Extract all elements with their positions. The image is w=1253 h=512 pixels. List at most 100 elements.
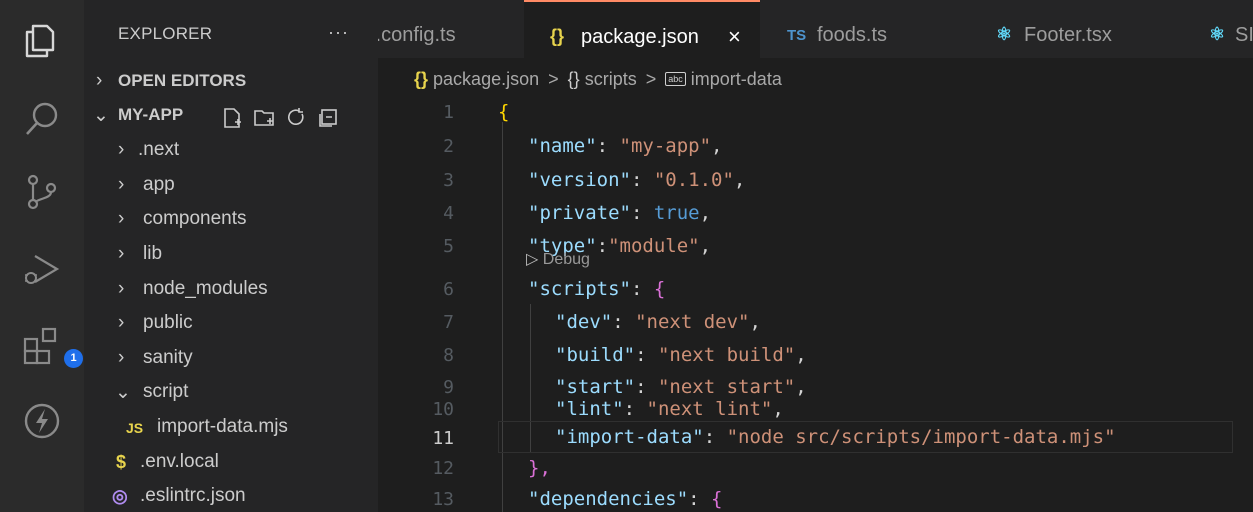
run-debug-icon[interactable]: [21, 248, 63, 290]
open-editors-section[interactable]: › OPEN EDITORS: [84, 70, 378, 104]
line-number: 3: [443, 170, 454, 191]
tab-label: SI: [1235, 24, 1253, 46]
string-icon: abc: [665, 72, 686, 87]
refresh-icon[interactable]: [284, 106, 308, 130]
react-file-icon: ⚛: [1209, 24, 1226, 44]
tab-foods-ts[interactable]: TS foods.ts: [761, 0, 973, 58]
extensions-icon[interactable]: 1: [21, 325, 83, 368]
json-file-icon: {}: [550, 26, 565, 46]
line-number: 6: [443, 279, 454, 300]
new-folder-icon[interactable]: [252, 106, 276, 130]
line-number: 10: [432, 399, 454, 420]
code-line: "lint": "next lint",: [555, 398, 784, 420]
breadcrumb-scripts[interactable]: scripts: [585, 69, 637, 89]
project-toolbar: [220, 106, 340, 130]
tab-package-json[interactable]: {} package.json ×: [524, 0, 760, 58]
file-env-local[interactable]: $ .env.local: [84, 451, 378, 485]
line-number: 9: [443, 377, 454, 398]
eslint-file-icon: ◎: [112, 486, 128, 506]
code-line: },: [528, 457, 551, 479]
chevron-down-icon: ⌄: [115, 382, 131, 403]
chevron-right-icon: ›: [118, 312, 125, 333]
chevron-right-icon: ›: [118, 174, 125, 195]
tree-item-script[interactable]: ⌄ script: [84, 381, 378, 415]
tab-config[interactable]: /.config.ts: [378, 0, 523, 58]
tree-item-label: components: [143, 208, 247, 229]
breadcrumb-separator: >: [645, 68, 657, 89]
tab-label: /.config.ts: [378, 24, 456, 46]
extensions-badge: 1: [64, 349, 83, 368]
code-line: "build": "next build",: [555, 344, 807, 366]
indent-guide: [502, 122, 503, 512]
chevron-down-icon: ⌄: [93, 105, 109, 126]
line-number: 5: [443, 236, 454, 257]
file-eslintrc[interactable]: ◎ .eslintrc.json: [84, 485, 378, 512]
code-line: "start": "next start",: [555, 376, 807, 398]
project-label: MY-APP: [118, 105, 184, 124]
collapse-all-icon[interactable]: [316, 106, 340, 130]
breadcrumb-separator: >: [548, 68, 559, 89]
code-line: "dev": "next dev",: [555, 311, 761, 333]
play-icon: ▷: [526, 251, 539, 268]
typescript-file-icon: TS: [787, 27, 807, 44]
javascript-file-icon: JS: [126, 420, 144, 436]
search-icon[interactable]: [21, 98, 63, 140]
line-number: 7: [443, 312, 454, 333]
tree-item-node-modules[interactable]: › node_modules: [84, 278, 378, 312]
tree-item-components[interactable]: › components: [84, 208, 378, 242]
code-line: "version": "0.1.0",: [528, 169, 746, 191]
chevron-right-icon: ›: [118, 347, 125, 368]
file-label: .env.local: [140, 451, 219, 472]
new-file-icon[interactable]: [220, 106, 244, 130]
explorer-title: EXPLORER: [118, 24, 213, 43]
chevron-right-icon: ›: [118, 278, 125, 299]
tree-item-app[interactable]: › app: [84, 174, 378, 208]
lightning-icon[interactable]: [21, 400, 63, 442]
file-label: import-data.mjs: [157, 416, 288, 437]
code-line: "name": "my-app",: [528, 135, 723, 157]
code-line: "scripts": {: [528, 278, 666, 300]
file-label: .eslintrc.json: [140, 485, 246, 506]
json-file-icon: {}: [414, 68, 429, 89]
file-import-data[interactable]: JS import-data.mjs: [84, 416, 378, 450]
code-line: "dependencies": {: [528, 488, 723, 510]
line-number-current: 11: [432, 428, 454, 449]
chevron-right-icon: ›: [118, 208, 125, 229]
open-editors-label: OPEN EDITORS: [118, 71, 247, 90]
chevron-right-icon: ›: [118, 139, 125, 160]
breadcrumb-import-data[interactable]: import-data: [691, 69, 782, 89]
editor-tabs: /.config.ts {} package.json × TS foods.t…: [378, 0, 1253, 58]
tree-item-label: .next: [138, 139, 180, 160]
close-icon[interactable]: ×: [728, 24, 741, 50]
tree-item-label: sanity: [143, 347, 193, 368]
tree-item-label: app: [143, 174, 175, 195]
debug-codelens[interactable]: ▷ Debug: [526, 249, 590, 269]
line-number: 2: [443, 136, 454, 157]
tab-label: package.json: [581, 26, 699, 48]
tree-item-public[interactable]: › public: [84, 312, 378, 346]
project-section[interactable]: ⌄ MY-APP: [84, 104, 378, 138]
breadcrumb-file[interactable]: package.json: [433, 69, 539, 89]
tree-item-lib[interactable]: › lib: [84, 243, 378, 277]
tree-item-label: node_modules: [143, 278, 268, 299]
breadcrumb: {} package.json > {} scripts > abc impor…: [414, 68, 782, 90]
tree-item-next[interactable]: › .next: [84, 139, 378, 173]
activity-bar: 1: [0, 0, 84, 512]
line-number: 4: [443, 203, 454, 224]
tree-item-sanity[interactable]: › sanity: [84, 347, 378, 381]
line-number: 12: [432, 458, 454, 479]
line-number: 1: [443, 102, 454, 123]
code-line: {: [498, 101, 510, 123]
code-line: "private": true,: [528, 202, 712, 224]
object-icon: {}: [567, 68, 580, 89]
tab-label: Footer.tsx: [1024, 24, 1112, 46]
code-editor[interactable]: 1 { 2 "name": "my-app", 3 "version": "0.…: [378, 96, 1253, 512]
more-actions-icon[interactable]: ···: [328, 22, 349, 43]
tab-footer-tsx[interactable]: ⚛ Footer.tsx: [974, 0, 1186, 58]
explorer-sidebar: EXPLORER ··· › OPEN EDITORS ⌄ MY-APP › .…: [84, 0, 378, 512]
explorer-icon[interactable]: [21, 20, 63, 62]
source-control-icon[interactable]: [21, 170, 63, 212]
react-file-icon: ⚛: [996, 24, 1013, 44]
tab-overflow[interactable]: ⚛ SI: [1187, 0, 1253, 58]
line-number: 8: [443, 345, 454, 366]
